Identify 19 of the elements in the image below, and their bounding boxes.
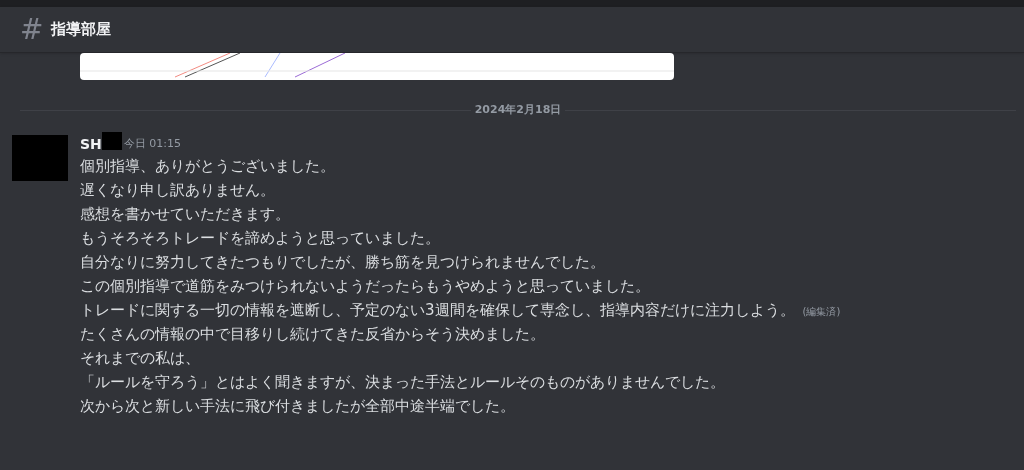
message-line: 個別指導、ありがとうございました。 [80,155,335,177]
edited-label: (編集済) [802,304,841,319]
channel-name: 指導部屋 [51,19,112,41]
avatar-redaction [12,134,68,181]
message-line: 感想を書かせていただきます。 [80,203,290,225]
date-divider-label: 2024年2月18日 [473,102,563,118]
name-redaction [101,131,122,150]
timestamp: 今日 01:15 [123,136,181,153]
author-name: SH [80,135,102,154]
message-line: 自分なりに努力してきたつもりでしたが、勝ち筋を見つけられませんでした。 [80,251,605,273]
message-line: それまでの私は、 [80,347,200,369]
message-line: トレードに関する一切の情報を遮断し、予定のない3週間を確保して専念し、指導内容だけに注力しよう。 [80,299,795,321]
message-line: 次から次と新しい手法に飛び付きましたが全部中途半端でした。 [80,395,515,417]
message-line: 「ルールを守ろう」とはよく聞きますが、決まった手法とルールそのものがありませんでした。 [80,371,725,393]
message-line: たくさんの情報の中で目移りし続けてきた反省からそう決めました。 [80,323,545,345]
message-line: もうそろそろトレードを諦めようと思っていました。 [80,227,440,249]
message-line: 遅くなり申し訳ありません。 [80,179,275,201]
hash-icon: # [20,15,44,44]
message-line: この個別指導で道筋をみつけられないようだったらもうやめようと思っていました。 [80,275,650,297]
